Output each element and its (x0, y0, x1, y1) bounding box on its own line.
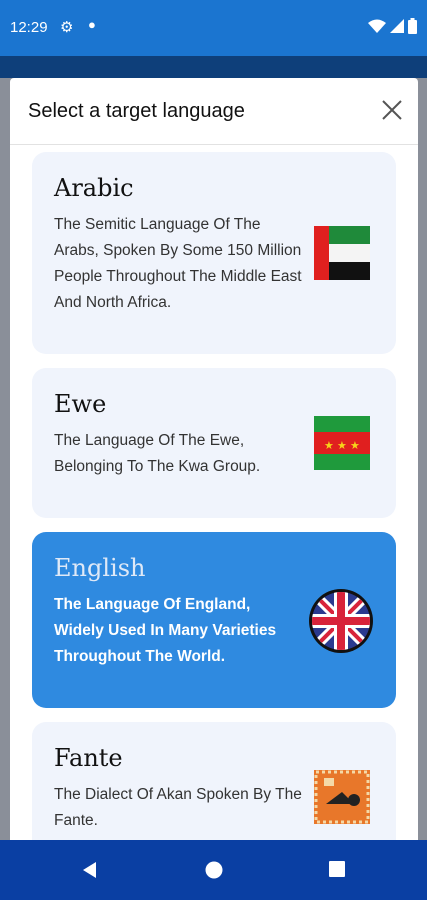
language-description: The Semitic Language Of The Arabs, Spoke… (54, 216, 302, 311)
uae-flag-icon (314, 226, 370, 280)
dialog-header: Select a target language (10, 78, 418, 145)
recents-icon[interactable] (328, 860, 346, 878)
home-icon[interactable] (204, 860, 224, 880)
fante-flag-icon (314, 770, 370, 824)
language-select-dialog: Select a target language Arabic The Semi… (10, 78, 418, 840)
app-bar-backdrop (0, 56, 427, 78)
language-description: The Language Of England, Widely Used In … (54, 596, 277, 665)
signal-icon (390, 19, 404, 33)
uk-flag-icon (309, 589, 373, 653)
back-icon[interactable] (80, 860, 98, 880)
svg-text:★: ★ (337, 439, 347, 452)
language-name: English (54, 554, 146, 582)
status-time: 12:29 (10, 19, 48, 36)
status-bar: 12:29 ⚙ ● (0, 0, 427, 56)
svg-text:★: ★ (350, 439, 360, 452)
language-card-ewe[interactable]: Ewe The Language Of The Ewe, Belonging T… (32, 368, 396, 518)
language-description: The Language Of The Ewe, Belonging To Th… (54, 432, 261, 475)
language-name: Ewe (54, 390, 107, 418)
language-name: Arabic (54, 174, 134, 202)
language-description: The Dialect Of Akan Spoken By The Fante. (54, 786, 302, 829)
settings-gear-icon: ⚙ (60, 19, 74, 36)
close-icon[interactable] (380, 98, 404, 122)
svg-text:★: ★ (324, 439, 334, 452)
battery-icon (408, 18, 417, 34)
dialog-title: Select a target language (28, 100, 245, 122)
language-card-arabic[interactable]: Arabic The Semitic Language Of The Arabs… (32, 152, 396, 354)
language-name: Fante (54, 744, 123, 772)
wifi-icon (368, 19, 386, 33)
notification-dot-icon: ● (88, 17, 96, 32)
language-card-english[interactable]: English The Language Of England, Widely … (32, 532, 396, 708)
language-card-fante[interactable]: Fante The Dialect Of Akan Spoken By The … (32, 722, 396, 840)
ewe-flag-icon: ★ ★ ★ (314, 416, 370, 470)
navigation-bar (0, 840, 427, 900)
